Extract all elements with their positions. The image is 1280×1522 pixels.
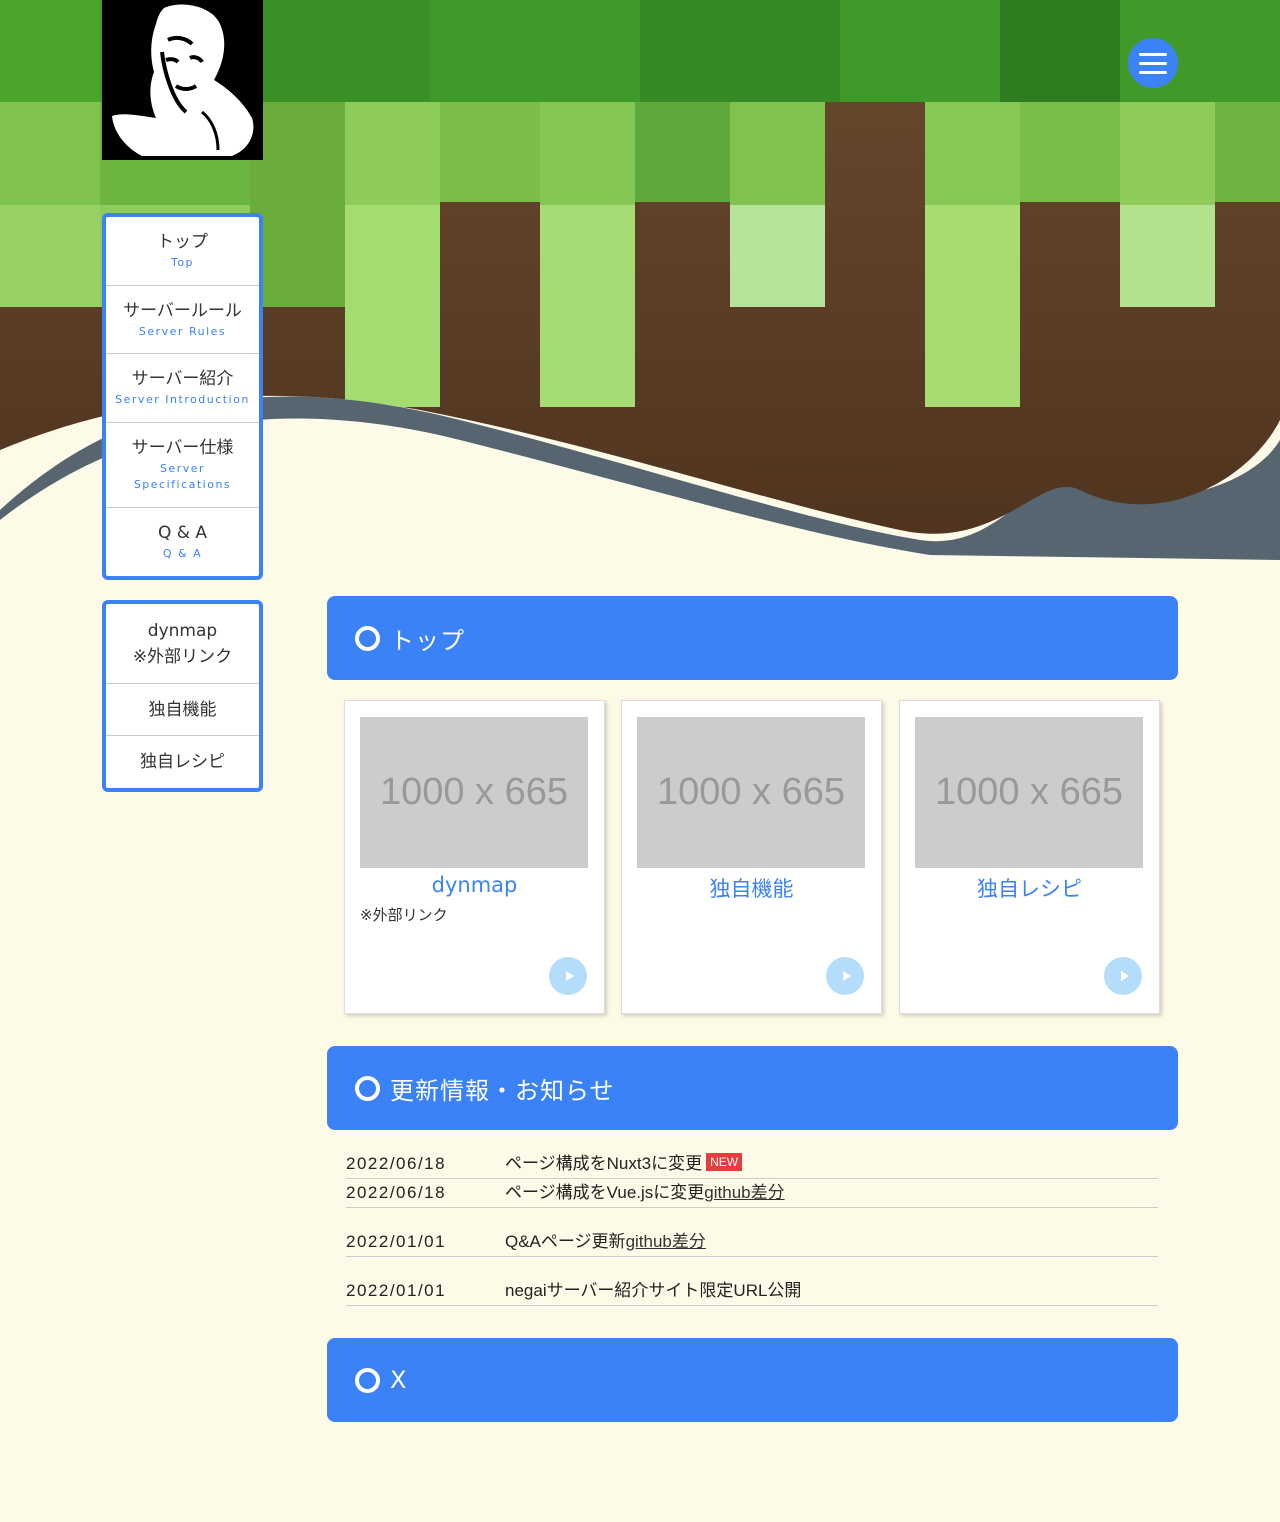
hamburger-menu-button[interactable] bbox=[1128, 38, 1178, 88]
news-row: 2022/06/18 ページ構成をVue.jsに変更github差分 bbox=[346, 1178, 1158, 1208]
circle-icon bbox=[355, 625, 380, 651]
nav-label-jp: サーバー仕様 bbox=[131, 438, 234, 458]
nav-label: dynmap bbox=[147, 620, 218, 641]
section-header-x: X bbox=[327, 1338, 1178, 1422]
sidebar-item-server-specifications[interactable]: サーバー仕様 Server Specifications bbox=[106, 423, 259, 508]
card-image-placeholder: 1000 x 665 bbox=[915, 717, 1143, 868]
sidebar-item-custom-recipes[interactable]: 独自レシピ bbox=[106, 736, 259, 788]
nav-label-jp: サーバールール bbox=[123, 300, 242, 321]
play-icon[interactable] bbox=[826, 957, 864, 995]
nav-label-en: Server Introduction bbox=[115, 393, 250, 406]
card-image-placeholder: 1000 x 665 bbox=[637, 717, 865, 868]
section-title: X bbox=[390, 1366, 408, 1394]
sidebar-item-server-introduction[interactable]: サーバー紹介 Server Introduction bbox=[106, 354, 259, 423]
card-dynmap[interactable]: 1000 x 665 dynmap ※外部リンク bbox=[344, 700, 605, 1014]
news-date: 2022/01/01 bbox=[346, 1232, 447, 1251]
news-date: 2022/01/01 bbox=[346, 1281, 447, 1300]
news-row: 2022/06/18 ページ構成をNuxt3に変更 NEW bbox=[346, 1149, 1158, 1179]
card-title: dynmap bbox=[431, 873, 518, 897]
section-header-top: トップ bbox=[327, 596, 1178, 680]
card-title: 独自機能 bbox=[709, 877, 794, 901]
section-title: トップ bbox=[390, 626, 465, 655]
github-diff-link[interactable]: github差分 bbox=[626, 1232, 706, 1251]
circle-icon bbox=[355, 1075, 380, 1101]
sidebar-item-server-rules[interactable]: サーバールール Server Rules bbox=[106, 286, 259, 354]
nav-label-en: Server Specifications bbox=[133, 462, 232, 491]
nav-label-jp: トップ bbox=[157, 232, 208, 252]
sidebar-item-qa[interactable]: Q & A Q & A bbox=[106, 508, 259, 576]
nav-label-en: Server Rules bbox=[138, 324, 227, 338]
nav-label-en: Top bbox=[170, 256, 195, 269]
sidebar-item-top[interactable]: トップ Top bbox=[106, 217, 259, 286]
play-icon[interactable] bbox=[1104, 957, 1142, 995]
card-title: 独自レシピ bbox=[977, 877, 1082, 901]
card-note: ※外部リンク bbox=[360, 906, 448, 924]
section-header-news: 更新情報・お知らせ bbox=[327, 1046, 1178, 1130]
nav-label-en: Q & A bbox=[162, 547, 203, 560]
sidebar-item-dynmap[interactable]: dynmap ※外部リンク bbox=[106, 604, 259, 684]
news-date: 2022/06/18 bbox=[346, 1154, 447, 1173]
nav-label: 独自機能 bbox=[148, 699, 217, 720]
card-custom-recipes[interactable]: 1000 x 665 独自レシピ bbox=[899, 700, 1160, 1014]
new-badge: NEW bbox=[706, 1153, 743, 1171]
site-logo[interactable] bbox=[102, 0, 263, 160]
news-row: 2022/01/01 negaiサーバー紹介サイト限定URL公開 bbox=[346, 1276, 1158, 1306]
play-icon[interactable] bbox=[549, 957, 587, 995]
card-image-placeholder: 1000 x 665 bbox=[360, 717, 588, 868]
news-date: 2022/06/18 bbox=[346, 1183, 447, 1202]
external-link-note: ※外部リンク bbox=[132, 646, 233, 667]
nav-label-jp: サーバー紹介 bbox=[131, 369, 234, 389]
sidebar-main-nav: トップ Top サーバールール Server Rules サーバー紹介 Serv… bbox=[102, 213, 263, 580]
card-custom-features[interactable]: 1000 x 665 独自機能 bbox=[621, 700, 882, 1014]
sidebar-sub-nav: dynmap ※外部リンク 独自機能 独自レシピ bbox=[102, 600, 263, 792]
portrait-logo-icon bbox=[112, 4, 254, 157]
nav-label-jp: Q & A bbox=[157, 523, 208, 543]
news-text: ページ構成をNuxt3に変更 NEW bbox=[505, 1149, 743, 1174]
hamburger-icon bbox=[1139, 52, 1167, 56]
news-text: Q&Aページ更新github差分 bbox=[505, 1232, 706, 1251]
github-diff-link[interactable]: github差分 bbox=[704, 1183, 784, 1202]
sidebar-item-custom-features[interactable]: 独自機能 bbox=[106, 684, 259, 736]
circle-icon bbox=[355, 1367, 380, 1393]
section-title: 更新情報・お知らせ bbox=[390, 1076, 615, 1105]
news-text: negaiサーバー紹介サイト限定URL公開 bbox=[505, 1281, 802, 1300]
news-text: ページ構成をVue.jsに変更github差分 bbox=[505, 1183, 785, 1202]
news-row: 2022/01/01 Q&Aページ更新github差分 bbox=[346, 1227, 1158, 1257]
nav-label: 独自レシピ bbox=[140, 752, 225, 772]
